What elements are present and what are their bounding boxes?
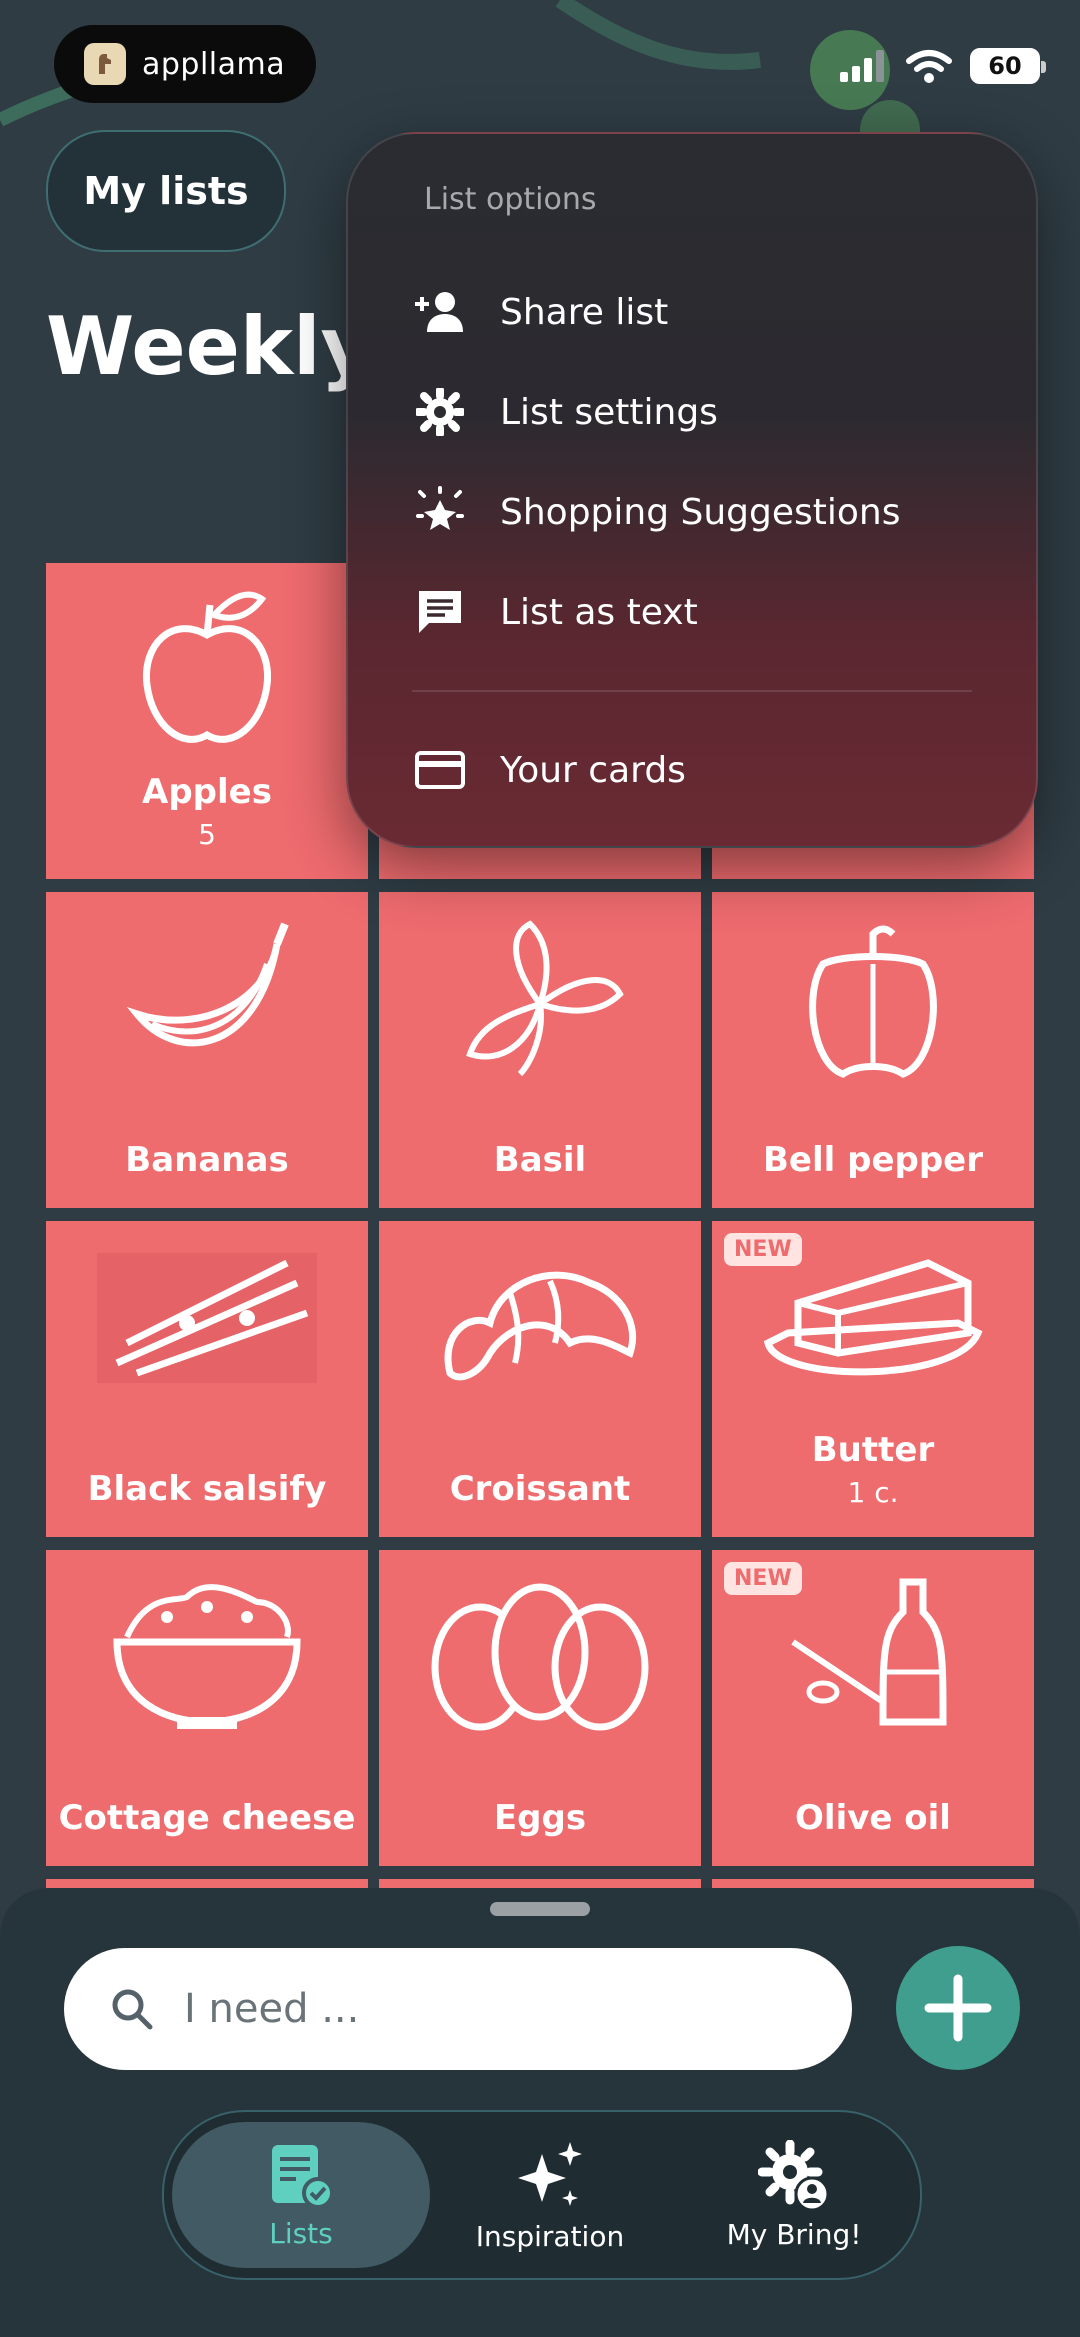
menu-item-label: List settings	[500, 391, 718, 433]
apple-icon	[142, 591, 272, 743]
butter-icon	[763, 1259, 983, 1376]
tile-name: Eggs	[493, 1798, 587, 1838]
menu-item-your-cards[interactable]: Your cards	[412, 742, 686, 798]
salsify-icon	[97, 1253, 317, 1383]
tile-eggs[interactable]: Eggs	[379, 1550, 701, 1866]
page-title: Weekly	[46, 300, 373, 393]
gear-person-icon	[758, 2139, 830, 2211]
croissant-icon	[444, 1271, 637, 1381]
tile-apples[interactable]: Apples 5	[46, 563, 368, 879]
tile-bananas[interactable]: Bananas	[46, 892, 368, 1208]
tile-name: Butter	[811, 1430, 935, 1470]
signal-icon	[840, 50, 884, 82]
list-check-icon	[272, 2144, 334, 2209]
tab-label: Inspiration	[475, 2219, 625, 2253]
my-lists-button[interactable]: My lists	[46, 130, 286, 252]
tile-name: Bananas	[125, 1140, 289, 1180]
tile-croissant[interactable]: Croissant	[379, 1221, 701, 1537]
gear-icon	[412, 384, 468, 440]
tile-basil[interactable]: Basil	[379, 892, 701, 1208]
tile-name: Apples	[142, 772, 272, 812]
plus-icon	[924, 1974, 992, 2042]
menu-header: List options	[424, 182, 597, 217]
chat-text-icon	[412, 584, 468, 640]
tab-bar: Lists Inspiration My Bring!	[162, 2110, 922, 2280]
basil-icon	[466, 920, 624, 1077]
tile-name: Olive oil	[795, 1798, 951, 1838]
tile-name: Basil	[493, 1140, 587, 1180]
eggs-icon	[431, 1583, 649, 1731]
menu-item-share-list[interactable]: Share list	[412, 284, 668, 340]
tile-olive-oil[interactable]: NEW Olive oil	[712, 1550, 1034, 1866]
add-item-button[interactable]	[896, 1946, 1020, 2070]
sheet-handle[interactable]	[490, 1902, 590, 1916]
tile-cottage-cheese[interactable]: Cottage cheese	[46, 1550, 368, 1866]
tile-name: Bell pepper	[762, 1140, 984, 1180]
status-icons: 60	[840, 48, 1046, 84]
add-person-icon	[412, 284, 468, 340]
tile-quantity: 5	[198, 818, 216, 851]
menu-item-label: List as text	[500, 591, 698, 633]
tile-name: Black salsify	[87, 1469, 327, 1509]
menu-item-shopping-suggestions[interactable]: Shopping Suggestions	[412, 484, 901, 540]
list-options-menu: List options Share list List settings Sh…	[346, 132, 1038, 848]
menu-item-list-settings[interactable]: List settings	[412, 384, 718, 440]
tab-label: My Bring!	[726, 2217, 862, 2251]
tab-my-bring[interactable]: My Bring!	[694, 2112, 894, 2278]
tile-name: Croissant	[449, 1469, 631, 1509]
search-input[interactable]: I need ...	[64, 1948, 852, 2070]
card-icon	[412, 742, 468, 798]
sparkle-icon	[412, 484, 468, 540]
tab-label: Lists	[269, 2216, 333, 2250]
appllama-label: appllama	[142, 46, 286, 82]
search-icon	[112, 1989, 153, 2030]
appllama-pill: appllama	[54, 25, 316, 103]
menu-item-label: Share list	[500, 291, 669, 333]
menu-divider	[412, 690, 972, 692]
llama-logo-icon	[84, 43, 126, 85]
tile-quantity: 1 c.	[847, 1476, 899, 1509]
bell-pepper-icon	[809, 925, 937, 1078]
tile-butter[interactable]: NEW Butter 1 c.	[712, 1221, 1034, 1537]
banana-icon	[126, 922, 289, 1047]
wifi-icon	[906, 50, 952, 83]
tile-name: Cottage cheese	[58, 1798, 356, 1838]
menu-item-label: Your cards	[500, 749, 686, 791]
bottom-sheet: I need ... Lists Inspiration My Bring!	[0, 1888, 1080, 2337]
tile-bell-pepper[interactable]: Bell pepper	[712, 892, 1034, 1208]
battery-indicator: 60	[970, 48, 1046, 84]
menu-item-list-as-text[interactable]: List as text	[412, 584, 698, 640]
menu-item-label: Shopping Suggestions	[500, 491, 901, 533]
sparkles-icon	[518, 2141, 582, 2206]
bowl-icon	[113, 1584, 301, 1729]
olive-oil-icon	[791, 1578, 947, 1726]
tab-inspiration[interactable]: Inspiration	[460, 2112, 640, 2278]
search-placeholder: I need ...	[184, 1986, 360, 2032]
tab-lists[interactable]: Lists	[172, 2122, 430, 2268]
tile-black-salsify[interactable]: Black salsify	[46, 1221, 368, 1537]
